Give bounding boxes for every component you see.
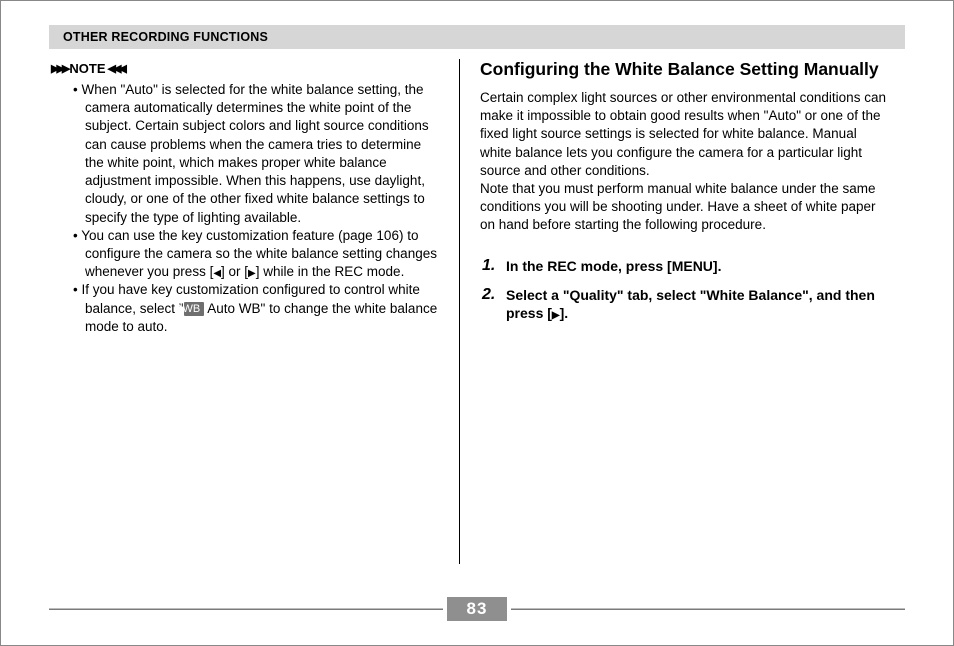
body-paragraph: Note that you must perform manual white … <box>480 180 890 235</box>
list-item: If you have key customization configured… <box>73 281 441 336</box>
body-paragraph: Certain complex light sources or other e… <box>480 89 890 180</box>
note-label-text: NOTE <box>69 61 105 76</box>
manual-page: OTHER RECORDING FUNCTIONS ▶▶▶ NOTE ◀◀◀ W… <box>0 0 954 646</box>
section-header-bar: OTHER RECORDING FUNCTIONS <box>49 25 905 49</box>
page-footer: 83 <box>49 597 905 621</box>
note-bullet-list: When "Auto" is selected for the white ba… <box>49 81 441 336</box>
awb-badge: AWB <box>184 302 205 317</box>
arrow-left-icon: ◀◀◀ <box>108 62 124 75</box>
footer-rule <box>49 608 443 610</box>
list-item: When "Auto" is selected for the white ba… <box>73 81 441 227</box>
step-item: 1. In the REC mode, press [MENU]. <box>482 257 890 276</box>
footer-rule <box>511 608 905 610</box>
triangle-right-icon: ▶ <box>248 268 256 279</box>
steps-list: 1. In the REC mode, press [MENU]. 2. Sel… <box>480 257 890 324</box>
triangle-left-icon: ◀ <box>213 268 221 279</box>
left-column: ▶▶▶ NOTE ◀◀◀ When "Auto" is selected for… <box>49 59 459 564</box>
step-item: 2. Select a "Quality" tab, select "White… <box>482 286 890 324</box>
right-column: Configuring the White Balance Setting Ma… <box>460 59 890 564</box>
content-columns: ▶▶▶ NOTE ◀◀◀ When "Auto" is selected for… <box>49 59 905 564</box>
triangle-right-icon: ▶ <box>552 310 560 321</box>
note-heading: ▶▶▶ NOTE ◀◀◀ <box>51 61 124 76</box>
bullet-text: ] while in the REC mode. <box>256 264 405 279</box>
step-number: 1. <box>482 257 506 276</box>
step-text: Select a "Quality" tab, select "White Ba… <box>506 286 890 324</box>
bullet-text: ] or [ <box>221 264 248 279</box>
list-item: You can use the key customization featur… <box>73 227 441 282</box>
arrow-right-icon: ▶▶▶ <box>51 62 67 75</box>
step-text: In the REC mode, press [MENU]. <box>506 257 721 276</box>
page-number-badge: 83 <box>447 597 508 621</box>
section-header-text: OTHER RECORDING FUNCTIONS <box>63 30 268 44</box>
step-number: 2. <box>482 286 506 324</box>
section-title: Configuring the White Balance Setting Ma… <box>480 59 890 81</box>
bullet-text: When "Auto" is selected for the white ba… <box>81 82 428 225</box>
footer-line: 83 <box>49 597 905 621</box>
